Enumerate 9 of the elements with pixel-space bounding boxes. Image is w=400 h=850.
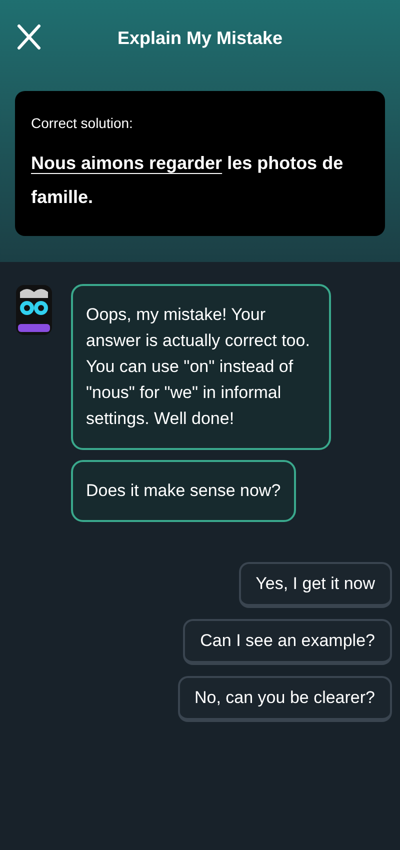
solution-sentence: Nous aimons regarder les photos de famille. [31,152,344,209]
reply-option-button[interactable]: Yes, I get it now [238,562,392,608]
solution-label: Correct solution: [31,114,134,133]
screen-title: Explain My Mistake [117,26,283,50]
close-icon[interactable] [17,24,41,50]
reply-option-button[interactable]: No, can you be clearer? [178,676,392,722]
chat-bubble: Oops, my mistake! Your answer is actually correct too. You can use "on" instead of "nous" for "we" in informal settings. Well done! [71,284,331,450]
reply-option-button[interactable]: Can I see an example? [183,619,392,665]
chat-bubble: Does it make sense now? [71,460,296,522]
